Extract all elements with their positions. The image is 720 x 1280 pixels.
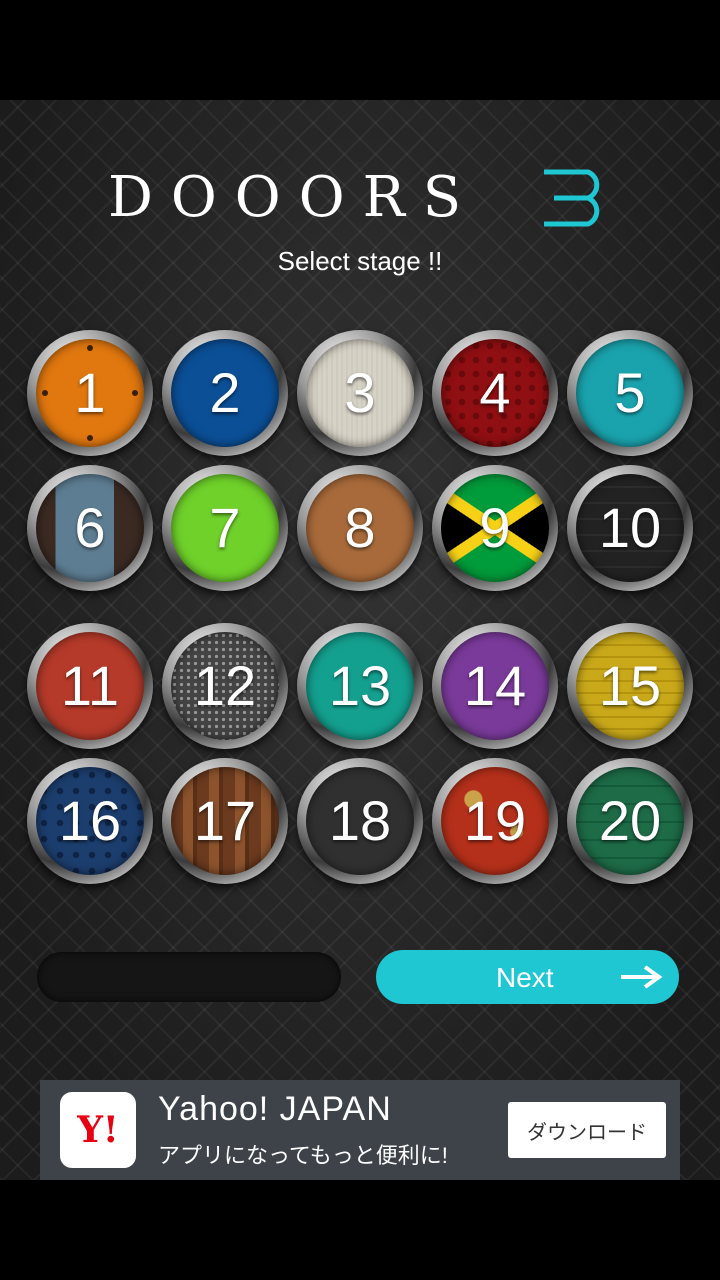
ad-subtitle: アプリになってもっと便利に!	[158, 1143, 448, 1168]
stage-number: 8	[344, 496, 376, 559]
stage-door-texture: 5	[576, 339, 684, 447]
stage-door-texture: 6	[36, 474, 144, 582]
stage-button-17[interactable]: 17	[162, 758, 288, 884]
empty-progress-bar	[37, 952, 341, 1002]
stage-number: 15	[598, 654, 662, 717]
stage-door-texture: 15	[576, 632, 684, 740]
stage-door-texture: 16	[36, 767, 144, 875]
stage-button-18[interactable]: 18	[297, 758, 423, 884]
stage-door-texture: 20	[576, 767, 684, 875]
stage-number: 12	[193, 654, 257, 717]
stage-number: 7	[209, 496, 241, 559]
stage-button-11[interactable]: 11	[27, 623, 153, 749]
stage-door-texture: 17	[171, 767, 279, 875]
next-button[interactable]: Next	[376, 950, 679, 1004]
stage-button-6[interactable]: 6	[27, 465, 153, 591]
stage-number: 1	[74, 361, 106, 424]
stage-number: 20	[598, 789, 662, 852]
stage-button-1[interactable]: 1	[27, 330, 153, 456]
stage-door-texture: 4	[441, 339, 549, 447]
ad-banner[interactable]: Y! Yahoo! JAPAN アプリになってもっと便利に! ダウンロード	[40, 1080, 680, 1180]
stage-button-15[interactable]: 15	[567, 623, 693, 749]
stage-number: 18	[328, 789, 392, 852]
stage-door-texture: 8	[306, 474, 414, 582]
stage-door-texture: 13	[306, 632, 414, 740]
stage-button-10[interactable]: 10	[567, 465, 693, 591]
stage-button-13[interactable]: 13	[297, 623, 423, 749]
stage-number: 17	[193, 789, 257, 852]
stage-number: 19	[463, 789, 527, 852]
page-subtitle: Select stage !!	[277, 246, 443, 276]
stage-door-texture: 9	[441, 474, 549, 582]
stage-button-16[interactable]: 16	[27, 758, 153, 884]
stage-button-2[interactable]: 2	[162, 330, 288, 456]
stage-number: 5	[614, 361, 646, 424]
stage-button-7[interactable]: 7	[162, 465, 288, 591]
title-number-3-logo	[544, 169, 600, 227]
ad-download-button[interactable]: ダウンロード	[508, 1102, 666, 1158]
stage-door-texture: 18	[306, 767, 414, 875]
stage-door-texture: 19	[441, 767, 549, 875]
stage-number: 13	[328, 654, 392, 717]
stage-number: 16	[58, 789, 122, 852]
stage-door-texture: 12	[171, 632, 279, 740]
stage-number: 9	[479, 496, 511, 559]
stage-button-3[interactable]: 3	[297, 330, 423, 456]
stage-button-19[interactable]: 19	[432, 758, 558, 884]
stage-button-20[interactable]: 20	[567, 758, 693, 884]
stage-number: 2	[209, 361, 241, 424]
stage-button-4[interactable]: 4	[432, 330, 558, 456]
stage-number: 3	[344, 361, 376, 424]
arrow-right-icon	[621, 965, 663, 989]
stage-door-texture: 2	[171, 339, 279, 447]
stage-select-screen: DOOORS Select stage !! 1 2 3 4 5 6 7 8 9…	[0, 100, 720, 1180]
stage-button-8[interactable]: 8	[297, 465, 423, 591]
stage-number: 6	[74, 496, 106, 559]
stage-number: 14	[463, 654, 527, 717]
stage-button-5[interactable]: 5	[567, 330, 693, 456]
stage-number: 4	[479, 361, 511, 424]
stage-grid: 1 2 3 4 5 6 7 8 9 10 11 12 13 14 15 16 1…	[27, 330, 697, 890]
stage-number: 11	[60, 654, 120, 717]
ad-title: Yahoo! JAPAN	[158, 1090, 392, 1128]
game-title: DOOORS	[108, 165, 480, 230]
yahoo-logo-icon: Y!	[60, 1092, 136, 1168]
stage-door-texture: 1	[36, 339, 144, 447]
stage-door-texture: 3	[306, 339, 414, 447]
stage-door-texture: 10	[576, 474, 684, 582]
stage-button-12[interactable]: 12	[162, 623, 288, 749]
stage-number: 10	[598, 496, 662, 559]
stage-door-texture: 7	[171, 474, 279, 582]
stage-button-14[interactable]: 14	[432, 623, 558, 749]
stage-door-texture: 14	[441, 632, 549, 740]
stage-button-9[interactable]: 9	[432, 465, 558, 591]
next-button-label: Next	[496, 962, 554, 993]
stage-door-texture: 11	[36, 632, 144, 740]
